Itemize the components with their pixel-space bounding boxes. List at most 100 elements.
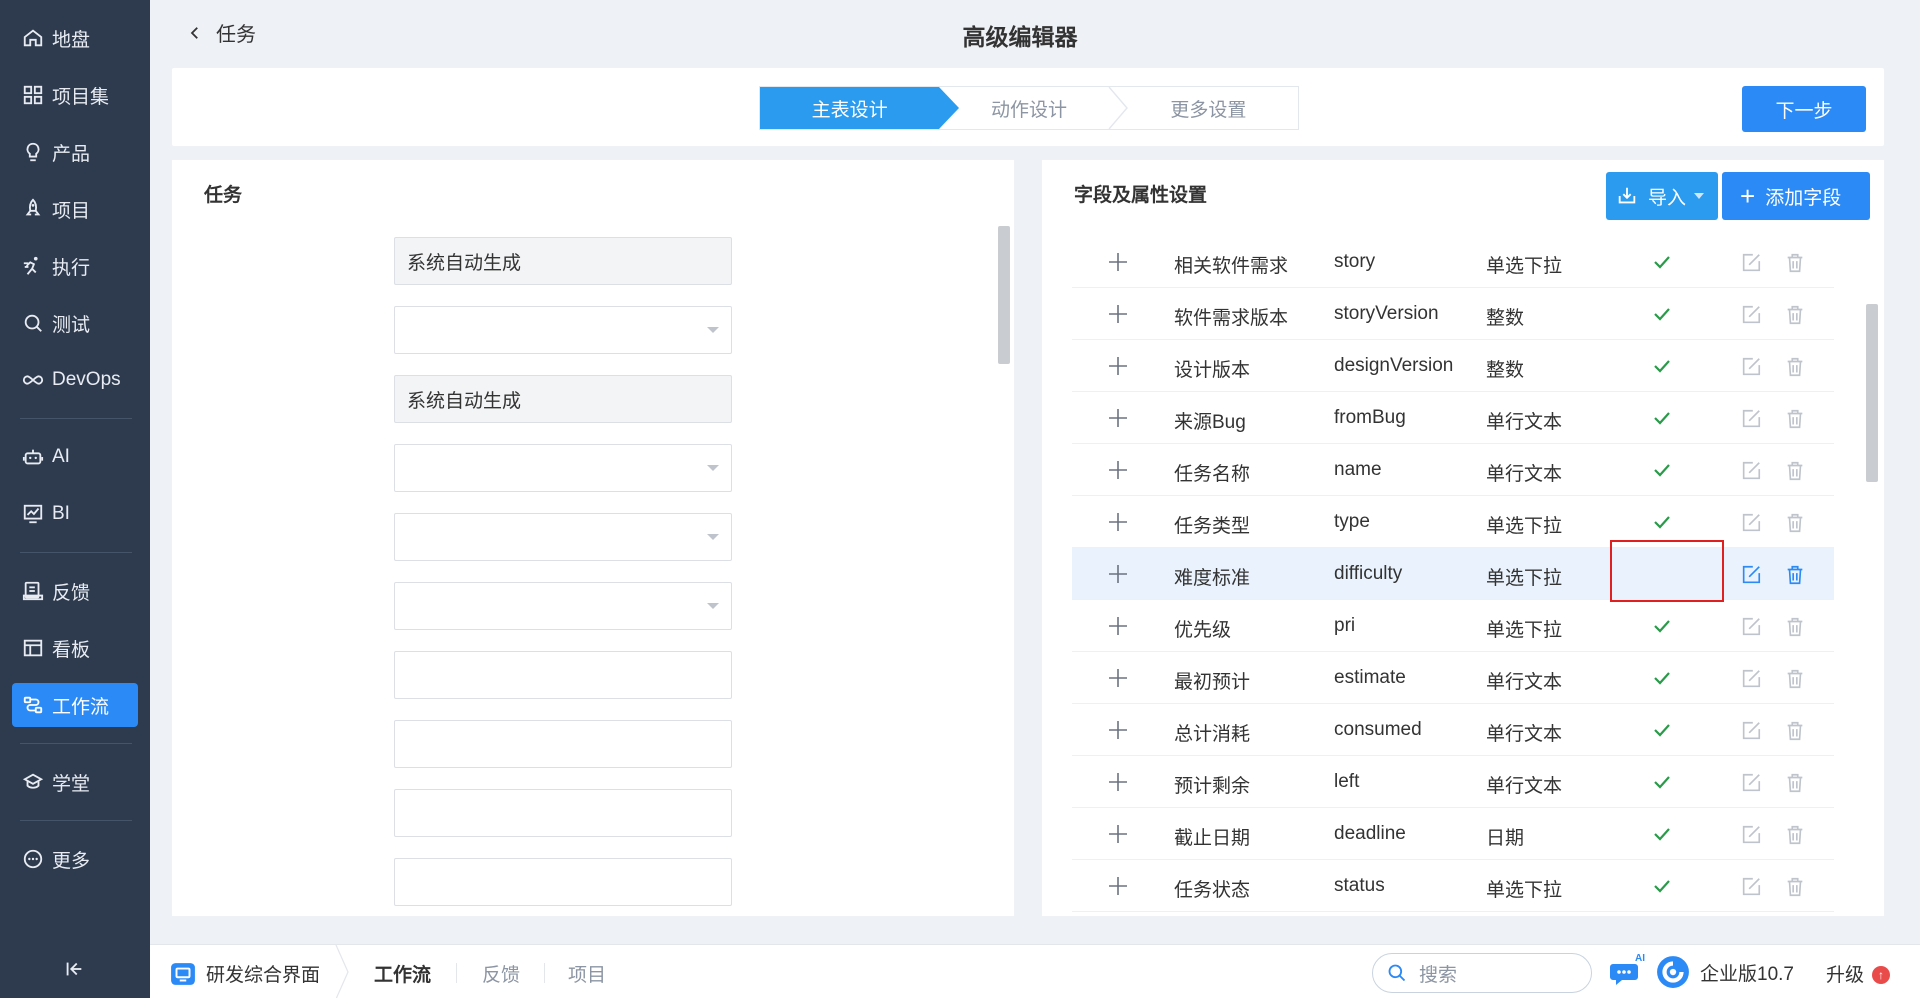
- edit-icon[interactable]: [1740, 512, 1762, 534]
- field-row[interactable]: 设计版本 designVersion 整数: [1072, 340, 1834, 392]
- sidebar-item-label: 项目: [52, 200, 91, 222]
- step-more-settings[interactable]: 更多设置: [1119, 87, 1298, 129]
- drag-handle-icon[interactable]: [1108, 876, 1128, 896]
- edit-icon[interactable]: [1740, 668, 1762, 690]
- field-row[interactable]: 总计消耗 consumed 单行文本: [1072, 704, 1834, 756]
- drag-handle-icon[interactable]: [1108, 512, 1128, 532]
- sidebar-item-13[interactable]: 更多: [12, 837, 138, 881]
- drag-handle-icon[interactable]: [1108, 460, 1128, 480]
- sidebar-item-12[interactable]: 学堂: [12, 760, 138, 804]
- field-row[interactable]: 任务名称 name 单行文本: [1072, 444, 1834, 496]
- form-field-select[interactable]: [394, 306, 732, 354]
- sidebar-item-11[interactable]: 工作流: [12, 683, 138, 727]
- drag-handle-icon[interactable]: [1108, 304, 1128, 324]
- sidebar-item-8[interactable]: BI: [12, 492, 138, 536]
- check-icon: [1654, 256, 1670, 269]
- sidebar-item-10[interactable]: 看板: [12, 626, 138, 670]
- field-row[interactable]: 相关软件需求 story 单选下拉: [1072, 236, 1834, 288]
- edit-icon[interactable]: [1740, 304, 1762, 326]
- check-icon: [1654, 464, 1670, 477]
- form-field-text[interactable]: [394, 720, 732, 768]
- edit-icon[interactable]: [1740, 356, 1762, 378]
- field-row[interactable]: 截止日期 deadline 日期: [1072, 808, 1834, 860]
- app-switcher[interactable]: 研发综合界面: [170, 960, 320, 987]
- drag-handle-icon[interactable]: [1108, 616, 1128, 636]
- form-field-text[interactable]: [394, 789, 732, 837]
- sidebar-item-label: 看板: [52, 639, 91, 661]
- field-row[interactable]: 最初预计 estimate 单行文本: [1072, 652, 1834, 704]
- sidebar-item-1[interactable]: 项目集: [12, 73, 138, 117]
- field-code: storyVersion: [1334, 303, 1439, 324]
- drag-handle-icon[interactable]: [1108, 772, 1128, 792]
- form-field-text[interactable]: [394, 858, 732, 906]
- trash-icon[interactable]: [1784, 564, 1806, 586]
- form-field-select[interactable]: [394, 444, 732, 492]
- field-type: 单行文本: [1486, 724, 1563, 745]
- sidebar-item-3[interactable]: 项目: [12, 187, 138, 231]
- field-row[interactable]: 任务状态 status 单选下拉: [1072, 860, 1834, 912]
- trash-icon[interactable]: [1784, 772, 1806, 794]
- sidebar-item-5[interactable]: 测试: [12, 301, 138, 345]
- edit-icon[interactable]: [1740, 876, 1762, 898]
- sidebar-item-7[interactable]: AI: [12, 435, 138, 479]
- breadcrumb-workflow[interactable]: 工作流: [374, 960, 431, 987]
- import-button[interactable]: 导入: [1606, 172, 1718, 220]
- trash-icon[interactable]: [1784, 876, 1806, 898]
- drag-handle-icon[interactable]: [1108, 668, 1128, 688]
- trash-icon[interactable]: [1784, 616, 1806, 638]
- trash-icon[interactable]: [1784, 720, 1806, 742]
- drag-handle-icon[interactable]: [1108, 356, 1128, 376]
- edit-icon[interactable]: [1740, 564, 1762, 586]
- field-row[interactable]: 优先级 pri 单选下拉: [1072, 600, 1834, 652]
- field-code: consumed: [1334, 719, 1422, 740]
- field-row[interactable]: 来源Bug fromBug 单行文本: [1072, 392, 1834, 444]
- edit-icon[interactable]: [1740, 772, 1762, 794]
- field-row[interactable]: 难度标准 difficulty 单选下拉: [1072, 548, 1834, 600]
- edit-icon[interactable]: [1740, 616, 1762, 638]
- ai-chat-icon[interactable]: AI: [1610, 953, 1646, 989]
- drag-handle-icon[interactable]: [1108, 720, 1128, 740]
- sidebar-item-6[interactable]: DevOps: [12, 358, 138, 402]
- trash-icon[interactable]: [1784, 824, 1806, 846]
- field-row[interactable]: 任务类型 type 单选下拉: [1072, 496, 1834, 548]
- trash-icon[interactable]: [1784, 304, 1806, 326]
- edit-icon[interactable]: [1740, 824, 1762, 846]
- sidebar-item-0[interactable]: 地盘: [12, 16, 138, 60]
- field-scrollbar[interactable]: [1866, 304, 1878, 482]
- step-action-design[interactable]: 动作设计: [939, 87, 1128, 129]
- step-main-design[interactable]: 主表设计: [760, 87, 960, 129]
- sidebar-item-9[interactable]: 反馈: [12, 569, 138, 613]
- sidebar-item-4[interactable]: 执行: [12, 244, 138, 288]
- next-step-button[interactable]: 下一步: [1742, 86, 1866, 132]
- form-field-select[interactable]: [394, 582, 732, 630]
- edit-icon[interactable]: [1740, 460, 1762, 482]
- drag-handle-icon[interactable]: [1108, 252, 1128, 272]
- drag-handle-icon[interactable]: [1108, 408, 1128, 428]
- form-field-text[interactable]: [394, 651, 732, 699]
- edit-icon[interactable]: [1740, 720, 1762, 742]
- collapse-sidebar-icon[interactable]: [60, 955, 88, 983]
- edit-icon[interactable]: [1740, 252, 1762, 274]
- feedback-icon: [22, 581, 44, 601]
- breadcrumb-project[interactable]: 项目: [568, 960, 606, 987]
- add-field-button[interactable]: + 添加字段: [1722, 172, 1870, 220]
- edit-icon[interactable]: [1740, 408, 1762, 430]
- sidebar-item-2[interactable]: 产品: [12, 130, 138, 174]
- trash-icon[interactable]: [1784, 252, 1806, 274]
- upgrade-button[interactable]: 升级 ↑: [1826, 960, 1891, 987]
- field-row[interactable]: 预计剩余 left 单行文本: [1072, 756, 1834, 808]
- field-row[interactable]: 软件需求版本 storyVersion 整数: [1072, 288, 1834, 340]
- edition-info[interactable]: 企业版10.7: [1656, 955, 1794, 989]
- form-row: 父任务系统自动生成: [172, 375, 972, 425]
- breadcrumb-feedback[interactable]: 反馈: [482, 960, 520, 987]
- trash-icon[interactable]: [1784, 668, 1806, 690]
- trash-icon[interactable]: [1784, 356, 1806, 378]
- search-input[interactable]: 搜索: [1372, 953, 1592, 993]
- trash-icon[interactable]: [1784, 512, 1806, 534]
- form-scrollbar[interactable]: [998, 226, 1010, 364]
- drag-handle-icon[interactable]: [1108, 564, 1128, 584]
- drag-handle-icon[interactable]: [1108, 824, 1128, 844]
- trash-icon[interactable]: [1784, 408, 1806, 430]
- form-field-select[interactable]: [394, 513, 732, 561]
- trash-icon[interactable]: [1784, 460, 1806, 482]
